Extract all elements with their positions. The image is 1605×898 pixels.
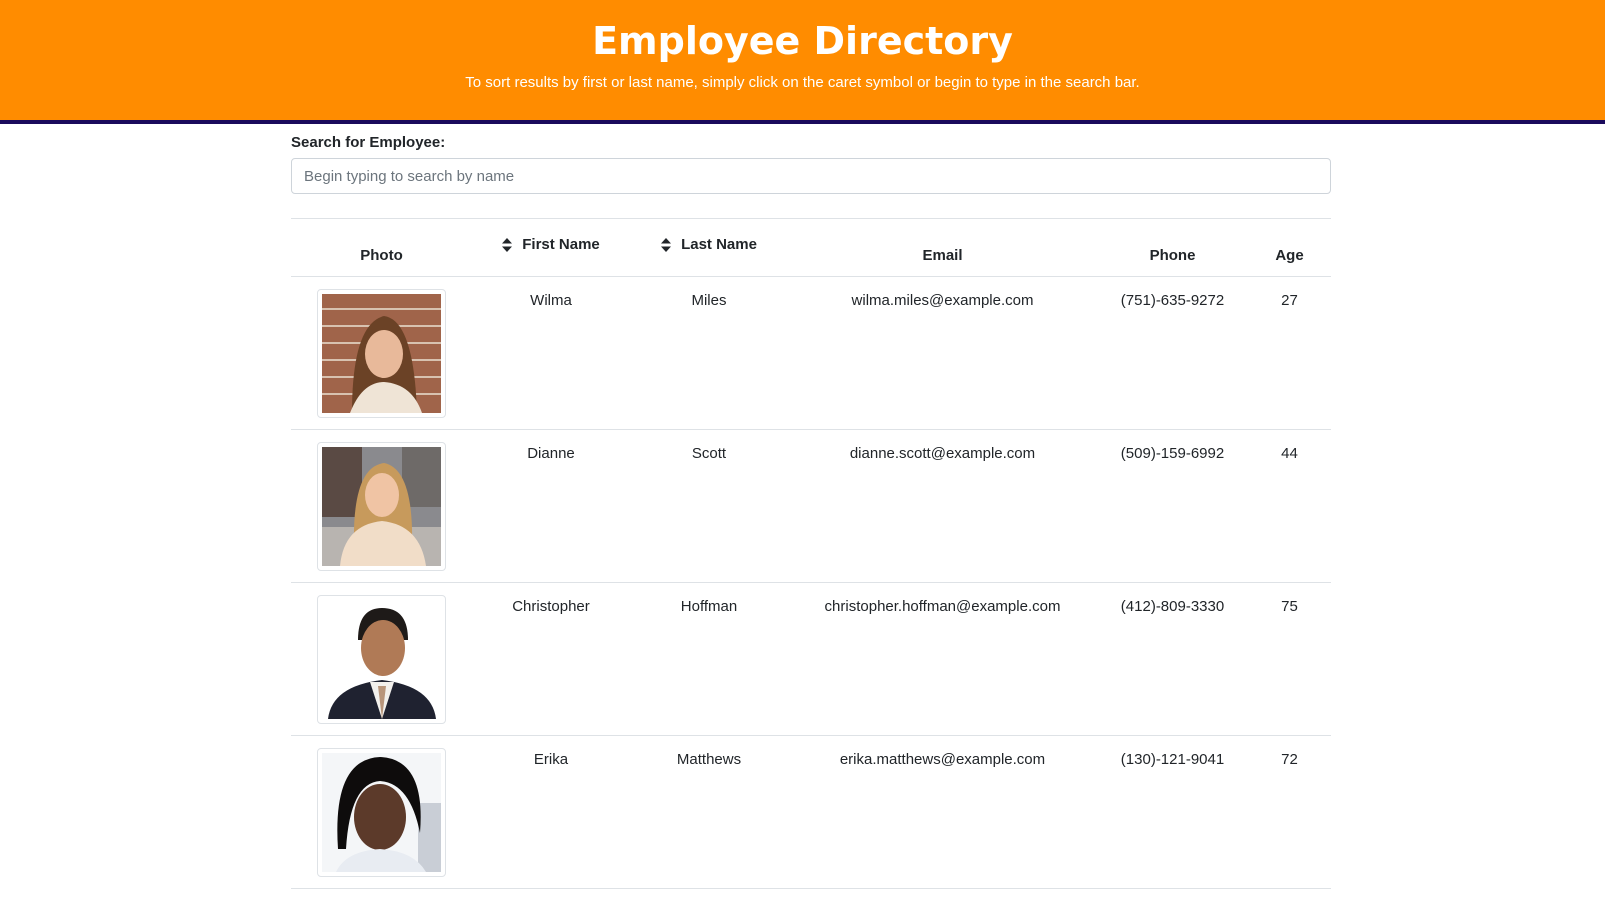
age-cell: 27 <box>1248 276 1331 430</box>
page-subtitle: To sort results by first or last name, s… <box>465 74 1140 91</box>
column-label-last-name: Last Name <box>681 236 757 253</box>
employee-photo <box>317 748 446 877</box>
sort-caret-icon[interactable] <box>661 238 672 253</box>
table-body: Wilma Miles wilma.miles@example.com (751… <box>291 276 1331 889</box>
phone-cell: (130)-121-9041 <box>1097 735 1248 889</box>
column-header-phone: Phone <box>1097 218 1248 277</box>
table-row: Dianne Scott dianne.scott@example.com (5… <box>291 429 1331 583</box>
last-name-cell: Matthews <box>630 735 788 889</box>
search-input[interactable] <box>291 158 1331 194</box>
table-header: Photo First Name Last Name Email Phone A… <box>291 218 1331 277</box>
last-name-cell: Miles <box>630 276 788 430</box>
photo-cell <box>291 429 472 583</box>
main-content: Search for Employee: Photo First Name <box>291 128 1331 889</box>
employee-photo <box>317 442 446 571</box>
photo-cell <box>291 582 472 736</box>
phone-cell: (509)-159-6992 <box>1097 429 1248 583</box>
photo-cell <box>291 735 472 889</box>
column-header-age: Age <box>1248 218 1331 277</box>
first-name-cell: Erika <box>472 735 630 889</box>
column-header-email: Email <box>788 218 1097 277</box>
column-header-photo: Photo <box>291 218 472 277</box>
table-row: Wilma Miles wilma.miles@example.com (751… <box>291 276 1331 430</box>
column-label-first-name: First Name <box>522 236 600 253</box>
age-cell: 72 <box>1248 735 1331 889</box>
first-name-cell: Wilma <box>472 276 630 430</box>
column-header-first-name: First Name <box>472 218 630 277</box>
search-label: Search for Employee: <box>291 134 446 151</box>
page-title: Employee Directory <box>592 19 1013 63</box>
employee-photo <box>317 595 446 724</box>
last-name-cell: Hoffman <box>630 582 788 736</box>
age-cell: 44 <box>1248 429 1331 583</box>
table-row: Erika Matthews erika.matthews@example.co… <box>291 735 1331 889</box>
first-name-cell: Christopher <box>472 582 630 736</box>
table-row: Christopher Hoffman christopher.hoffman@… <box>291 582 1331 736</box>
last-name-cell: Scott <box>630 429 788 583</box>
age-cell: 75 <box>1248 582 1331 736</box>
phone-cell: (751)-635-9272 <box>1097 276 1248 430</box>
photo-cell <box>291 276 472 430</box>
employee-table: Photo First Name Last Name Email Phone A… <box>291 218 1331 889</box>
email-cell: dianne.scott@example.com <box>788 429 1097 583</box>
email-cell: christopher.hoffman@example.com <box>788 582 1097 736</box>
page-header: Employee Directory To sort results by fi… <box>0 0 1605 124</box>
email-cell: wilma.miles@example.com <box>788 276 1097 430</box>
phone-cell: (412)-809-3330 <box>1097 582 1248 736</box>
sort-caret-icon[interactable] <box>502 238 513 253</box>
first-name-cell: Dianne <box>472 429 630 583</box>
email-cell: erika.matthews@example.com <box>788 735 1097 889</box>
employee-photo <box>317 289 446 418</box>
column-header-last-name: Last Name <box>630 218 788 277</box>
